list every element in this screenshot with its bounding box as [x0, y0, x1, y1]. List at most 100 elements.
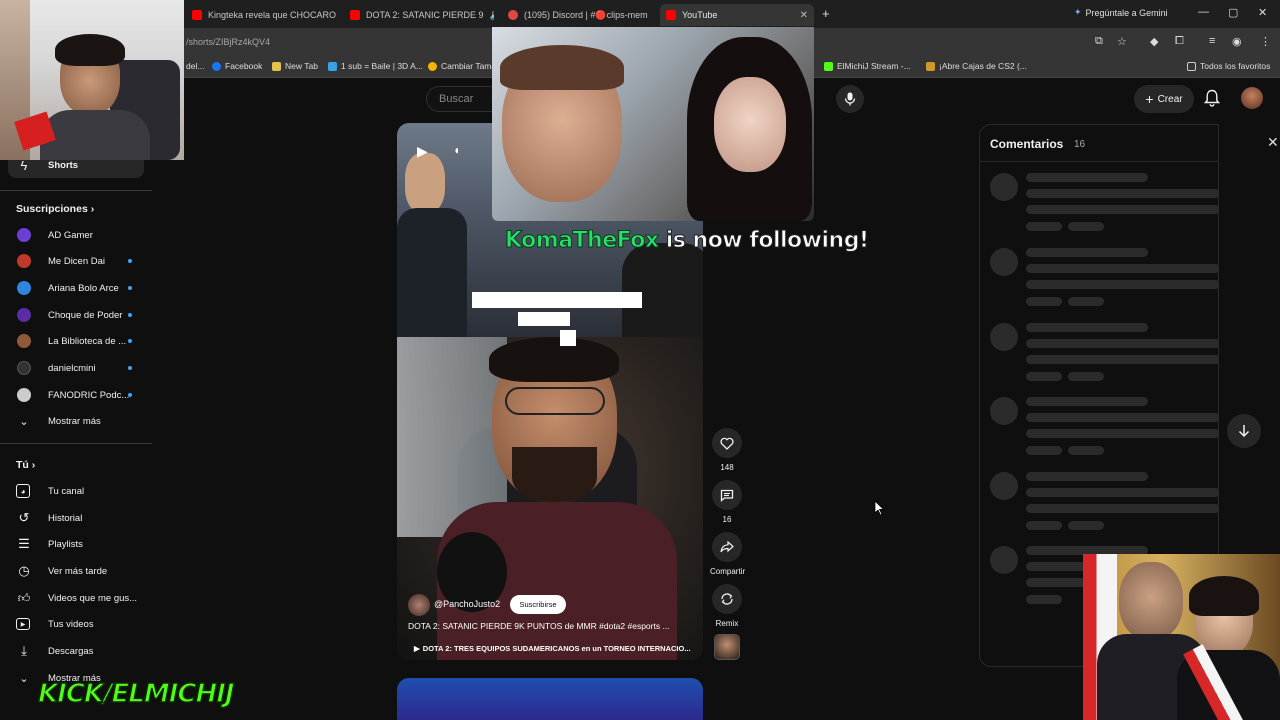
play-icon[interactable]: ▶ — [417, 143, 428, 160]
voice-search-button[interactable] — [836, 85, 864, 113]
comment-skeleton-avatar — [990, 397, 1018, 425]
sidebar-item-label: Historial — [48, 512, 83, 524]
sidebar-item-watch-later[interactable]: ◷ Ver más tarde — [0, 558, 150, 584]
channel-name: Me Dicen Dai — [48, 255, 106, 267]
bookmark-item[interactable]: Cambiar Tama — [428, 61, 496, 71]
share-action[interactable]: Compartir — [710, 532, 745, 576]
sidebar-show-more[interactable]: ⌄ Mostrar más — [0, 408, 150, 434]
short-channel-name[interactable]: @PanchoJusto2 — [434, 599, 500, 609]
remix-action[interactable]: Remix — [710, 584, 744, 628]
comment-icon — [720, 489, 734, 502]
close-tab-icon[interactable]: ✕ — [648, 10, 655, 21]
browser-tab[interactable]: Kingteka revela que CHOCARO ✕ — [186, 4, 336, 26]
share-button[interactable] — [712, 532, 742, 562]
browser-tab-active[interactable]: YouTube ✕ — [660, 4, 814, 26]
comments-title: Comentarios — [990, 137, 1064, 151]
install-app-icon[interactable]: ⧉ — [1095, 35, 1103, 48]
sidebar-channel-item[interactable]: FANODRIC Podc... — [0, 382, 150, 408]
webcam-person-body — [40, 110, 150, 160]
facebook-icon — [212, 61, 221, 71]
sidebar-item-label: Tu canal — [48, 485, 85, 497]
new-content-dot — [128, 339, 132, 343]
gemini-button[interactable]: ✦ Pregúntale a Gemini — [1074, 7, 1168, 18]
sidebar-item-label: Ver más tarde — [48, 565, 108, 577]
like-action[interactable]: 148 — [710, 428, 744, 472]
all-bookmarks-folder[interactable]: Todos los favoritos — [1187, 61, 1270, 71]
maximize-icon[interactable]: ▢ — [1228, 6, 1238, 19]
browser-tab[interactable]: DOTA 2: SATANIC PIERDE 9 🔊 ✕ — [344, 4, 494, 26]
photo-person-right-face — [714, 77, 786, 172]
sidebar-item-label: Tus videos — [48, 618, 94, 630]
channel-name: La Biblioteca de ... — [48, 335, 127, 347]
bookmark-item[interactable]: ¡Abre Cajas de CS2 (... — [926, 61, 1027, 71]
comment-skeleton-line — [1026, 372, 1062, 381]
sidebar-channel-item[interactable]: Choque de Poder — [0, 302, 150, 328]
channel-avatar[interactable] — [408, 594, 430, 616]
close-tab-icon[interactable]: ✕ — [794, 10, 808, 21]
sidebar-item-history[interactable]: ↺ Historial — [0, 505, 150, 531]
sidebar-item-your-videos[interactable]: ▶ Tus videos — [0, 611, 150, 637]
like-button[interactable] — [712, 428, 742, 458]
extension-icon[interactable]: ◆ — [1150, 35, 1158, 48]
bookmark-item[interactable]: New Tab — [272, 61, 318, 71]
like-count: 148 — [720, 463, 734, 472]
channel-avatar — [16, 333, 32, 349]
video-scene-person — [405, 153, 445, 213]
bookmark-item[interactable]: Facebook — [212, 61, 262, 71]
comment-skeleton-line — [1068, 222, 1104, 231]
create-button[interactable]: + Crear — [1134, 85, 1194, 113]
sidebar-item-liked-videos[interactable]: 👍︎ Videos que me gus... — [0, 585, 150, 611]
next-short-button[interactable] — [1227, 414, 1261, 448]
related-video-link[interactable]: ▶ DOTA 2: TRES EQUIPOS SUDAMERICANOS en … — [408, 641, 698, 655]
kick-channel-banner: KICK/ELMICHIJ — [37, 678, 235, 710]
close-comments-icon[interactable]: ✕ — [1267, 134, 1279, 151]
sidebar-channel-item[interactable]: Ariana Bolo Arce — [0, 275, 150, 301]
sidebar-item-downloads[interactable]: ⤓ Descargas — [0, 638, 150, 664]
chevron-down-icon: ⌄ — [19, 415, 29, 428]
photo-person-left-hair — [500, 45, 624, 90]
media-controls-icon[interactable]: ≡ — [1209, 35, 1215, 47]
comments-button[interactable] — [712, 480, 742, 510]
comments-count: 16 — [1074, 139, 1086, 150]
subscriptions-heading[interactable]: Suscripciones › — [16, 203, 94, 215]
chevron-right-icon: › — [31, 459, 36, 471]
remix-button[interactable] — [712, 584, 742, 614]
video-icon: ▶ — [16, 618, 30, 630]
notifications-bell-icon[interactable] — [1204, 89, 1220, 107]
sidebar-channel-item[interactable]: Me Dicen Dai — [0, 248, 150, 274]
comment-skeleton-line — [1026, 264, 1218, 273]
tab-title: YouTube — [682, 10, 718, 20]
minimize-icon[interactable]: — — [1198, 6, 1209, 18]
bookmark-item[interactable]: del... — [186, 61, 204, 71]
short-title[interactable]: DOTA 2: SATANIC PIERDE 9K PUNTOS de MMR … — [408, 621, 698, 631]
sidebar-item-playlists[interactable]: ☰ Playlists — [0, 531, 150, 557]
comment-skeleton-line — [1026, 521, 1062, 530]
browser-tab[interactable]: (1095) Discord | #🔴clips-mem ✕ — [502, 4, 654, 26]
volume-icon[interactable]: ◖ — [453, 143, 460, 157]
comment-skeleton-line — [1026, 429, 1218, 438]
close-window-icon[interactable]: ✕ — [1258, 6, 1267, 19]
extensions-puzzle-icon[interactable]: ⧠ — [1175, 35, 1184, 48]
comment-skeleton-line — [1026, 446, 1062, 455]
browser-menu-icon[interactable]: ⋮ — [1260, 35, 1271, 48]
next-short-preview[interactable] — [397, 678, 703, 720]
profile-icon[interactable]: ◉ — [1232, 35, 1242, 48]
sidebar-item-your-channel[interactable]: ◕ Tu canal — [0, 478, 150, 504]
subscribe-button[interactable]: Suscribirse — [510, 595, 566, 614]
you-heading[interactable]: Tú › — [16, 459, 35, 471]
url-field[interactable]: /shorts/ZIBjRz4kQV4 — [186, 37, 270, 47]
new-tab-button[interactable]: + — [822, 6, 830, 21]
sound-thumbnail[interactable] — [714, 634, 740, 660]
mute-tab-icon[interactable]: 🔊 — [484, 10, 494, 21]
sidebar-channel-item[interactable]: AD Gamer — [0, 222, 150, 248]
sidebar-item-label: Shorts — [48, 159, 79, 171]
sidebar-channel-item[interactable]: La Biblioteca de ... — [0, 328, 150, 354]
bookmark-item[interactable]: ElMichiJ Stream -... — [824, 61, 911, 71]
heart-icon — [720, 437, 734, 450]
sidebar: ϟ Shorts Suscripciones › AD Gamer Me Dic… — [0, 78, 160, 720]
user-avatar[interactable] — [1241, 87, 1263, 109]
bookmark-item[interactable]: 1 sub = Baile | 3D A... — [328, 61, 423, 71]
sidebar-channel-item[interactable]: danielcmini — [0, 355, 150, 381]
bookmark-star-icon[interactable]: ☆ — [1117, 35, 1127, 48]
comments-action[interactable]: 16 — [710, 480, 744, 524]
